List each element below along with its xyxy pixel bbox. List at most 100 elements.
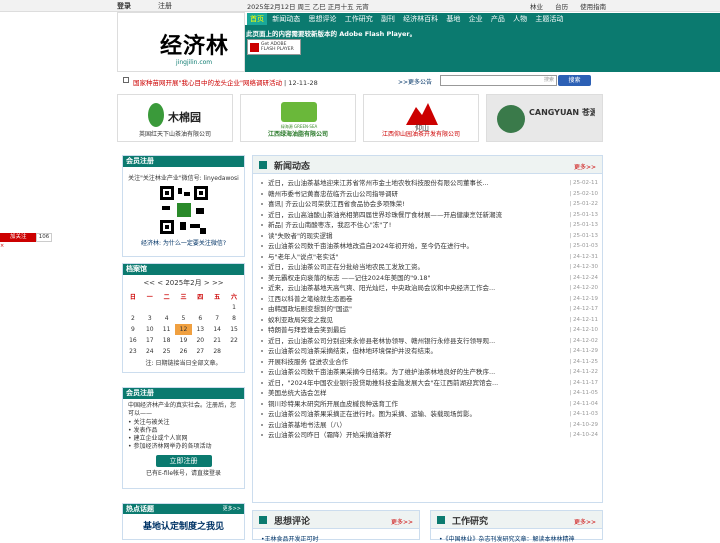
opinion-more-link[interactable]: 更多>> <box>391 517 413 526</box>
news-item-title[interactable]: 云山油茶公司昨日（霜降）开始采摘油茶籽 <box>268 430 518 441</box>
news-item-title[interactable]: 特朗普与拜登谁会笑到最后 <box>268 325 518 336</box>
share-widget[interactable]: 加关注 106 × <box>0 233 52 249</box>
news-item[interactable]: 云山油茶公司昨日（霜降）开始采摘油茶籽 | 24-10-24 <box>259 430 598 441</box>
research-item[interactable]: •《中国林业》杂志刊发研究文章：解读本林林精神 <box>439 534 575 543</box>
news-item-title[interactable]: 铜川珍特果木研究所开展血皮槭良种选育工作 <box>268 399 518 410</box>
news-item[interactable]: 美元霸权走向衰落的标志 ——记住2024年美国的"9.18" | 24-12-24 <box>259 273 598 284</box>
news-item[interactable]: 云山油茶基地书法展（八） | 24-10-29 <box>259 420 598 431</box>
close-icon[interactable]: × <box>0 243 4 249</box>
news-item[interactable]: 近日，云山油茶基地迎来江苏省常州市金土地农牧科技股份有限公司董事长... | 25… <box>259 178 598 189</box>
news-item-title[interactable]: 近日，"2024年中国农业银行投贷助推科技金融发展大会"在江西前湖迎宾馆会... <box>268 378 518 389</box>
news-item[interactable]: 与"老年人"说点"老实话" | 24-12-31 <box>259 252 598 263</box>
news-item[interactable]: 特朗普与拜登谁会笑到最后 | 24-12-10 <box>259 325 598 336</box>
news-item[interactable]: 近来，云山油茶基地天高气爽、阳光灿烂，中央政治局会议和中央经济工作会... | 2… <box>259 283 598 294</box>
news-item[interactable]: 云山油茶公司数千亩油茶林地改造自2024年初开始，至今仍在进行中。 | 25-01… <box>259 241 598 252</box>
site-logo[interactable]: 经济林 jingjilin.com <box>117 12 245 72</box>
weibo-follow-button[interactable]: 加关注 <box>0 233 36 242</box>
news-item[interactable]: 近日，云山高油酸山茶油亮相第四届世界珍珠餐厅食材展——开启健康烹饪新潮流 | 25… <box>259 210 598 221</box>
calendar-day[interactable]: 8 <box>226 313 243 324</box>
calendar-day[interactable]: 17 <box>141 335 158 346</box>
calendar-day[interactable]: 4 <box>158 313 175 324</box>
calendar-day[interactable]: 21 <box>209 335 226 346</box>
news-item[interactable]: 江西以科普之笔绘就生态画卷 | 24-12-19 <box>259 294 598 305</box>
register-link[interactable]: 注册 <box>158 1 172 11</box>
news-item-title[interactable]: 江西以科普之笔绘就生态画卷 <box>268 294 518 305</box>
calendar-day[interactable]: 23 <box>125 346 142 357</box>
news-item-title[interactable]: 读"失败者"的现实逻辑 <box>268 231 518 242</box>
calendar-day[interactable]: 2 <box>125 313 142 324</box>
ad-cangyuan[interactable]: CANGYUAN 苍源 <box>486 94 603 142</box>
news-item[interactable]: 近日，"2024年中国农业银行投贷助推科技金融发展大会"在江西前湖迎宾馆会...… <box>259 378 598 389</box>
news-item[interactable]: 云山油茶公司油茶果采摘正在进行时。图为采摘、运输、装载现场剪影。 | 24-11-… <box>259 409 598 420</box>
nav-enterprise[interactable]: 企业 <box>466 13 486 25</box>
nav-home[interactable]: 首页 <box>247 13 267 25</box>
calendar-nav[interactable]: << < 2025年2月 > >> <box>123 278 244 288</box>
news-more-link[interactable]: 更多>> <box>574 162 596 171</box>
calendar-day[interactable]: 13 <box>192 324 209 335</box>
news-item[interactable]: 近日，云山油茶公司分别迎来永修县老林协领导、赣州银行永修县支行领导观... | 2… <box>259 336 598 347</box>
calendar-day[interactable]: 19 <box>175 335 192 346</box>
calendar-day[interactable]: 6 <box>192 313 209 324</box>
news-item-title[interactable]: 近来，云山油茶基地天高气爽、阳光灿烂，中央政治局会议和中央经济工作会... <box>268 283 518 294</box>
nav-events[interactable]: 主题活动 <box>532 13 566 25</box>
news-item[interactable]: 云山油茶公司油茶采摘结束，但林地环境保护并没有结束。 | 24-11-29 <box>259 346 598 357</box>
login-hint[interactable]: 已有E-file帐号，请直接登录 <box>123 468 244 477</box>
calendar-day[interactable]: 22 <box>226 335 243 346</box>
news-item-title[interactable]: 美国总统大选会怎样 <box>268 388 518 399</box>
more-announcements-link[interactable]: >>更多公告 <box>398 77 432 86</box>
news-item[interactable]: 赣州市委书记黄喜忠莅临齐云山公司指导调研 | 25-02-10 <box>259 189 598 200</box>
calendar-day[interactable]: 20 <box>192 335 209 346</box>
calendar-day[interactable]: 1 <box>226 302 243 313</box>
nav-people[interactable]: 人物 <box>510 13 530 25</box>
news-item-title[interactable]: 新品| 齐云山南酸枣冻，我忍不住心"冻"了! <box>268 220 518 231</box>
nav-opinion[interactable]: 思想评论 <box>305 13 339 25</box>
news-item-title[interactable]: 美元霸权走向衰落的标志 ——记住2024年美国的"9.18" <box>268 273 518 284</box>
news-item-title[interactable]: 喜讯| 齐云山公司荣获江西省食品协会多项殊荣! <box>268 199 518 210</box>
nav-base[interactable]: 基地 <box>443 13 463 25</box>
news-item-title[interactable]: 云山油茶基地书法展（八） <box>268 420 518 431</box>
login-link[interactable]: 登录 <box>117 1 131 11</box>
hot-more-link[interactable]: 更多>> <box>223 504 241 514</box>
calendar-day[interactable]: 28 <box>209 346 226 357</box>
news-item-title[interactable]: 近日，云山油茶公司分别迎来永修县老林协领导、赣州银行永修县支行领导观... <box>268 336 518 347</box>
news-item[interactable]: 铜川珍特果木研究所开展血皮槭良种选育工作 | 24-11-04 <box>259 399 598 410</box>
calendar-day[interactable]: 24 <box>141 346 158 357</box>
news-item-title[interactable]: 云山油茶公司数千亩油茶果采摘今日结束。为了维护油茶林地良好的生产秩序... <box>268 367 518 378</box>
calendar-day[interactable]: 18 <box>158 335 175 346</box>
top-link-calendar[interactable]: 台历 <box>555 3 568 11</box>
nav-product[interactable]: 产品 <box>488 13 508 25</box>
hot-topic-link[interactable]: 基地认定制度之我见 <box>123 519 244 532</box>
news-item[interactable]: 开展科技服务 促进农业合作 | 24-11-25 <box>259 357 598 368</box>
nav-news[interactable]: 新闻动态 <box>269 13 303 25</box>
news-item[interactable]: 美国总统大选会怎样 | 24-11-05 <box>259 388 598 399</box>
get-flash-button[interactable]: Get ADOBE FLASH PLAYER <box>247 39 301 55</box>
news-item-title[interactable]: 开展科技服务 促进农业合作 <box>268 357 518 368</box>
news-item[interactable]: 读"失败者"的现实逻辑 | 25-01-13 <box>259 231 598 242</box>
news-item[interactable]: 由韩国政坛剧变想到的"国运" | 24-12-17 <box>259 304 598 315</box>
calendar-day[interactable]: 16 <box>125 335 142 346</box>
headline-link[interactable]: 国家种苗网开展"我心目中的龙头企业"网络调研活动 | 12-11-28 <box>133 77 318 87</box>
news-item-title[interactable]: 云山油茶公司数千亩油茶林地改造自2024年初开始，至今仍在进行中。 <box>268 241 518 252</box>
calendar-day[interactable]: 15 <box>226 324 243 335</box>
calendar-day[interactable]: 5 <box>175 313 192 324</box>
research-more-link[interactable]: 更多>> <box>574 517 596 526</box>
news-item[interactable]: 喜讯| 齐云山公司荣获江西省食品协会多项殊荣! | 25-01-22 <box>259 199 598 210</box>
news-item[interactable]: 新品| 齐云山南酸枣冻，我忍不住心"冻"了! | 25-01-13 <box>259 220 598 231</box>
news-item-title[interactable]: 云山油茶公司油茶果采摘正在进行时。图为采摘、运输、装载现场剪影。 <box>268 409 518 420</box>
news-item-title[interactable]: 云山油茶公司油茶采摘结束，但林地环境保护并没有结束。 <box>268 346 518 357</box>
news-item-title[interactable]: 由韩国政坛剧变想到的"国运" <box>268 304 518 315</box>
news-item[interactable]: 云山油茶公司数千亩油茶果采摘今日结束。为了维护油茶林地良好的生产秩序... | 2… <box>259 367 598 378</box>
news-item[interactable]: 近日，云山油茶公司正在分批给当地农民工发放工资。 | 24-12-30 <box>259 262 598 273</box>
top-link-guide[interactable]: 使用指南 <box>580 3 606 11</box>
calendar-day[interactable]: 25 <box>158 346 175 357</box>
register-now-button[interactable]: 立即注册 <box>155 455 212 467</box>
news-item[interactable]: 蚁利亚政局突变之我见 | 24-12-11 <box>259 315 598 326</box>
news-item-title[interactable]: 与"老年人"说点"老实话" <box>268 252 518 263</box>
calendar-day[interactable]: 10 <box>141 324 158 335</box>
top-link-forestry[interactable]: 林业 <box>530 3 543 11</box>
calendar-day[interactable]: 14 <box>209 324 226 335</box>
news-item-title[interactable]: 近日，云山油茶基地迎来江苏省常州市金土地农牧科技股份有限公司董事长... <box>268 178 518 189</box>
calendar-day[interactable]: 27 <box>192 346 209 357</box>
calendar-day[interactable]: 11 <box>158 324 175 335</box>
search-button[interactable]: 搜索 <box>558 75 591 86</box>
